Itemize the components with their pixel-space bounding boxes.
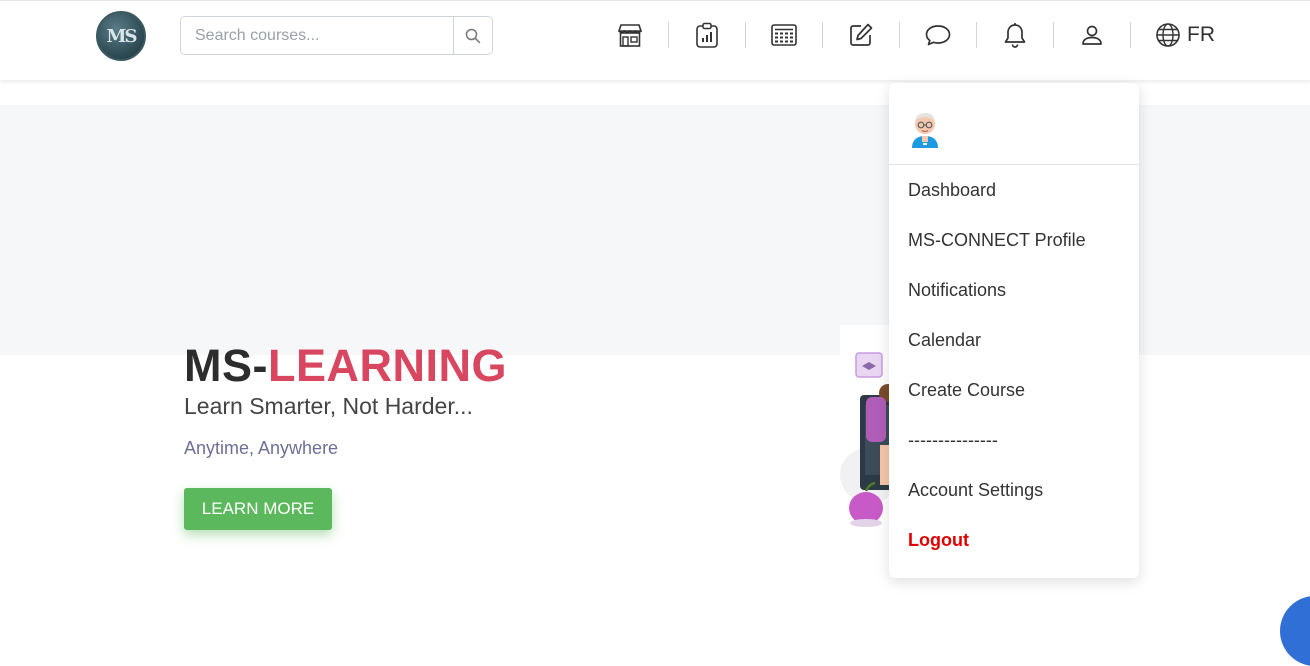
menu-item-calendar[interactable]: Calendar: [889, 315, 1139, 365]
nav-divider: [1053, 22, 1054, 48]
hero-title-prefix: MS-: [184, 340, 268, 391]
user-icon: [1080, 23, 1104, 47]
edit-button[interactable]: [837, 17, 885, 53]
menu-item-dashboard[interactable]: Dashboard: [889, 165, 1139, 215]
bell-icon: [1003, 22, 1027, 48]
hero-subtitle: Learn Smarter, Not Harder...: [184, 393, 473, 420]
menu-item-logout[interactable]: Logout: [889, 515, 1139, 565]
menu-separator: ---------------: [889, 415, 1139, 465]
nav-divider: [1130, 22, 1131, 48]
menu-item-create-course[interactable]: Create Course: [889, 365, 1139, 415]
decorative-blob: [1280, 596, 1310, 666]
search-button[interactable]: [453, 17, 492, 54]
user-menu-header: [889, 83, 1139, 165]
edit-icon: [848, 22, 874, 48]
marketplace-button[interactable]: [606, 17, 654, 53]
hero-title: MS-LEARNING: [184, 340, 507, 392]
nav-divider: [745, 22, 746, 48]
top-navbar: MS: [0, 0, 1310, 80]
nav-divider: [822, 22, 823, 48]
nav-icon-bar: FR: [606, 17, 1215, 53]
menu-item-notifications[interactable]: Notifications: [889, 265, 1139, 315]
learn-more-button[interactable]: LEARN MORE: [184, 488, 332, 530]
nav-divider: [899, 22, 900, 48]
chat-icon: [924, 23, 952, 47]
store-icon: [616, 22, 644, 48]
language-switcher[interactable]: FR: [1145, 22, 1215, 48]
globe-icon: [1155, 22, 1181, 48]
notifications-button[interactable]: [991, 17, 1039, 53]
search-input[interactable]: [181, 17, 453, 54]
nav-divider: [668, 22, 669, 48]
messages-button[interactable]: [914, 17, 962, 53]
grades-button[interactable]: [760, 17, 808, 53]
user-avatar[interactable]: [909, 110, 941, 150]
nav-divider: [976, 22, 977, 48]
search-box: [180, 16, 493, 55]
logo-text: MS: [107, 26, 136, 47]
profile-button[interactable]: [1068, 17, 1116, 53]
search-icon: [465, 28, 481, 44]
hero-tagline: Anytime, Anywhere: [184, 438, 338, 459]
calculator-icon: [770, 23, 798, 47]
menu-item-account-settings[interactable]: Account Settings: [889, 465, 1139, 515]
hero-title-accent: LEARNING: [268, 340, 507, 391]
site-logo[interactable]: MS: [96, 11, 146, 61]
reports-button[interactable]: [683, 17, 731, 53]
language-label: FR: [1187, 23, 1215, 47]
menu-item-ms-connect-profile[interactable]: MS-CONNECT Profile: [889, 215, 1139, 265]
user-dropdown-menu: Dashboard MS-CONNECT Profile Notificatio…: [889, 83, 1139, 578]
user-menu-list: Dashboard MS-CONNECT Profile Notificatio…: [889, 165, 1139, 565]
clipboard-chart-icon: [695, 22, 719, 48]
